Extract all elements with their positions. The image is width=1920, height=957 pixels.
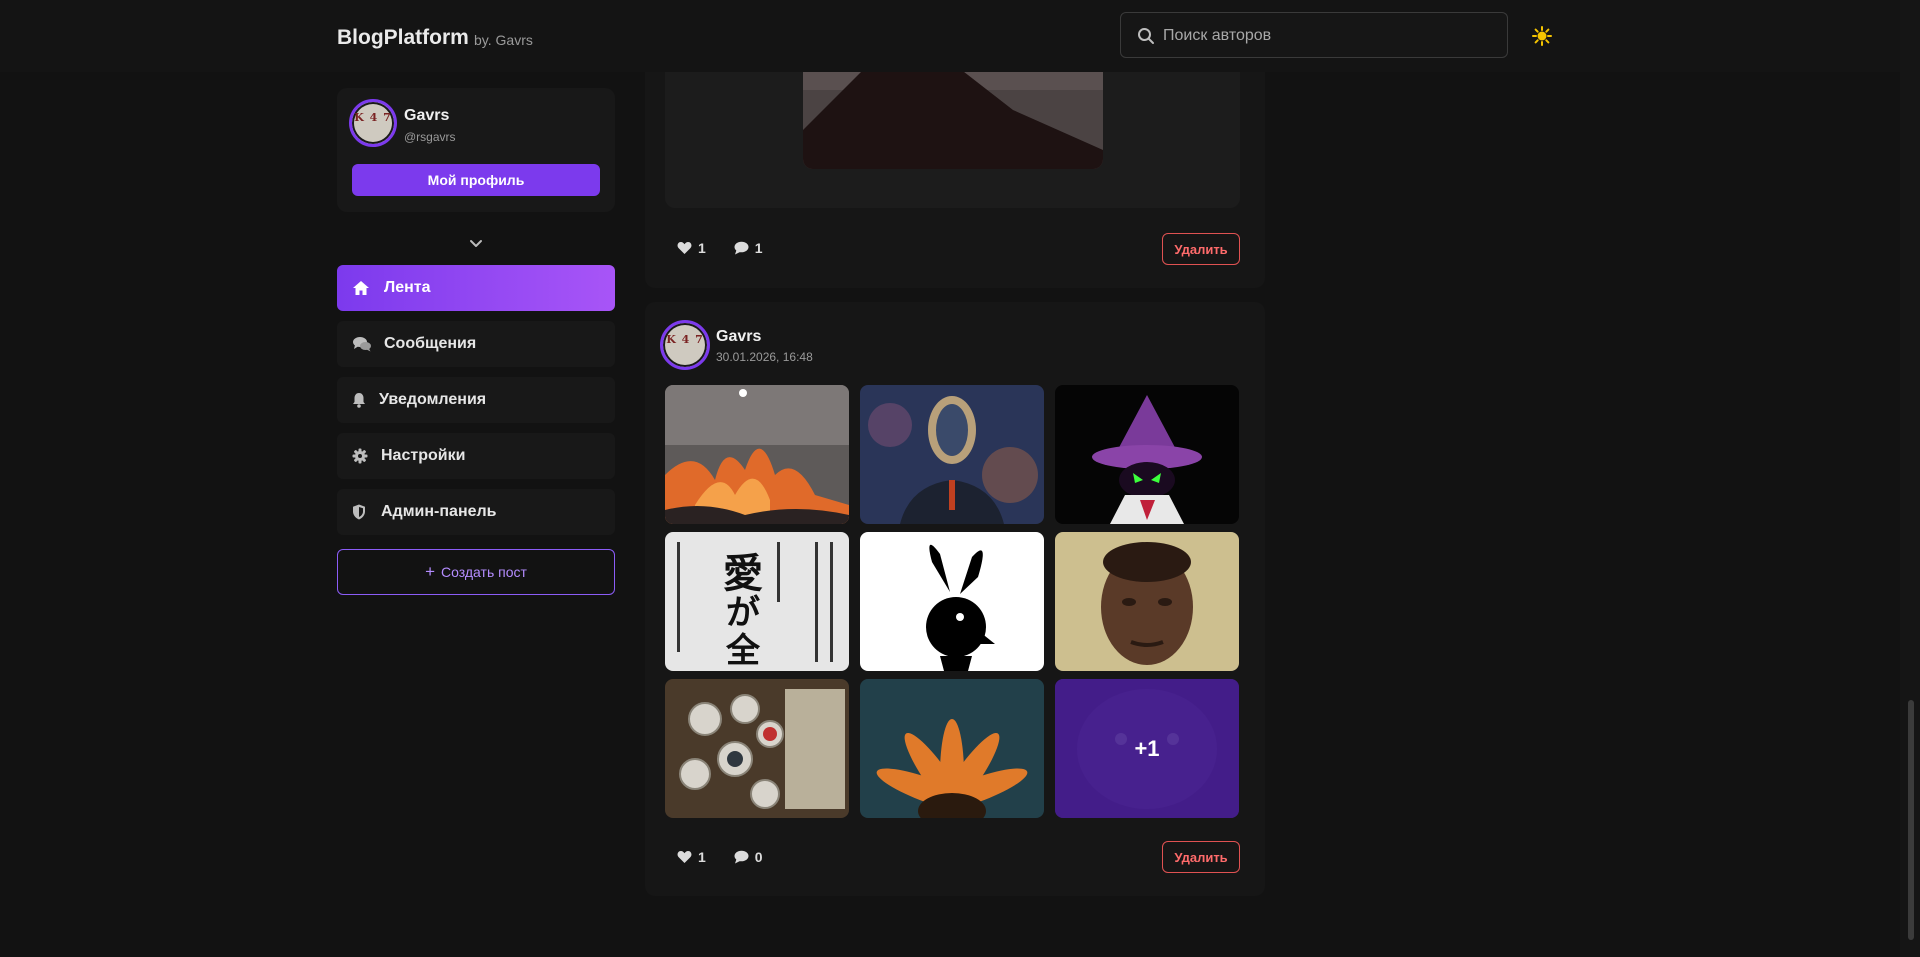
comment-count: 0 [754,849,763,865]
sidebar-item-label: Уведомления [379,391,487,408]
gallery-image-portrait[interactable] [1055,532,1239,671]
svg-text:が: が [726,593,760,633]
more-images-overlay[interactable]: +1 [1055,679,1239,818]
search-box[interactable] [1120,12,1508,58]
brand-logo[interactable]: BlogPlatform [337,26,469,50]
search-input[interactable] [1161,23,1495,49]
chat-bubbles-icon [353,337,371,352]
avatar-playing-cards: K 4 7 [666,332,704,346]
avatar-playing-cards: K 4 7 [354,111,392,125]
comment-icon[interactable] [734,241,749,255]
sidebar-item-label: Лента [384,279,431,296]
svg-text:愛: 愛 [723,551,763,597]
scrollbar-thumb[interactable] [1908,700,1914,940]
gallery-image-fire[interactable] [665,385,849,524]
like-count: 1 [698,240,706,256]
post-actions: 1 0 [677,849,763,865]
gallery-image-space-figure[interactable] [860,385,1044,524]
plus-icon: + [425,562,436,581]
svg-text:全: 全 [725,631,761,671]
post-actions: 1 1 [677,240,763,256]
comment-count: 1 [754,240,763,256]
man-portrait-image [1055,532,1239,671]
sidebar-item-messages[interactable]: Сообщения [337,321,615,367]
home-icon [353,281,369,295]
sun-icon[interactable] [1532,26,1552,46]
sidebar-item-feed[interactable]: Лента [337,265,615,311]
chevron-down-icon[interactable] [468,236,484,252]
avatar[interactable]: K 4 7 [349,99,397,147]
sidebar-item-label: Сообщения [384,335,477,352]
like-count: 1 [698,849,706,865]
brand-author: by. Gavrs [474,32,533,48]
wizard-image [1055,385,1239,524]
sidebar-item-label: Админ-панель [381,503,497,520]
heart-icon[interactable] [677,850,692,864]
bunny-logo-image [860,532,1044,671]
shield-icon [353,504,365,520]
delete-post-button[interactable]: Удалить [1162,841,1240,873]
my-profile-button[interactable]: Мой профиль [352,164,600,196]
create-post-button[interactable]: + Создать пост [337,549,615,595]
profile-handle: @rsgavrs [404,130,456,144]
sidebar-item-notifications[interactable]: Уведомления [337,377,615,423]
post-date: 30.01.2026, 16:48 [716,350,813,364]
gallery-image-bunny-logo[interactable] [860,532,1044,671]
gallery-image-wizard[interactable] [1055,385,1239,524]
profile-name[interactable]: Gavrs [404,107,449,125]
watches-money-image [665,679,849,818]
search-icon [1138,28,1154,44]
top-header: BlogPlatform by. Gavrs [0,0,1900,72]
avatar[interactable]: K 4 7 [660,320,710,370]
sidebar-item-settings[interactable]: Настройки [337,433,615,479]
gallery-image-japanese-poster[interactable]: 愛 が 全 [665,532,849,671]
comment-icon[interactable] [734,850,749,864]
sidebar-item-admin[interactable]: Админ-панель [337,489,615,535]
sidebar-item-label: Настройки [381,447,466,464]
gallery-image-flower[interactable] [860,679,1044,818]
fire-image [665,385,849,524]
delete-post-button[interactable]: Удалить [1162,233,1240,265]
japanese-poster-image: 愛 が 全 [665,532,849,671]
post-author[interactable]: Gavrs [716,328,761,346]
gallery-image-cat-more[interactable]: +1 [1055,679,1239,818]
space-figure-image [860,385,1044,524]
heart-icon[interactable] [677,241,692,255]
gear-icon [352,448,368,464]
orange-flower-image [860,679,1044,818]
bell-icon [353,393,365,408]
create-post-label: Создать пост [441,564,527,580]
gallery-image-watches[interactable] [665,679,849,818]
